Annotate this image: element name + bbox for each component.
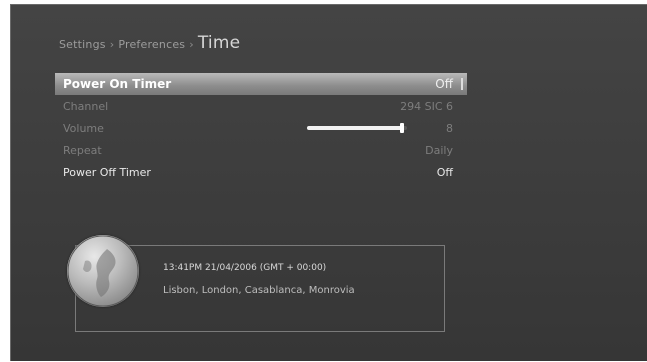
breadcrumb-item-preferences[interactable]: Preferences xyxy=(118,38,185,51)
menu-row-label: Channel xyxy=(63,99,109,113)
globe-icon xyxy=(67,235,139,307)
timezone-cities-text: Lisbon, London, Casablanca, Monrovia xyxy=(163,285,355,296)
breadcrumb-separator: › xyxy=(189,38,194,51)
menu-row-power-off-timer[interactable]: Power Off Timer Off xyxy=(55,161,467,183)
volume-slider-knob xyxy=(400,123,404,133)
menu-row-value: Off xyxy=(435,77,453,91)
menu-row-value: 294 SIC 6 xyxy=(400,99,453,113)
globe-icon-graphic xyxy=(67,235,139,307)
selection-indicator xyxy=(461,78,463,90)
tv-settings-screen: Settings › Preferences › Time Power On T… xyxy=(10,4,647,361)
menu-row-label: Power Off Timer xyxy=(63,165,151,179)
menu-row-value: Daily xyxy=(425,143,453,157)
volume-slider-fill xyxy=(307,126,402,130)
menu-row-volume: Volume 8 xyxy=(55,117,467,139)
timer-menu: Power On Timer Off Channel 294 SIC 6 Vol… xyxy=(55,73,467,183)
breadcrumb-separator: › xyxy=(109,38,115,51)
menu-row-label: Repeat xyxy=(63,143,102,157)
menu-row-channel: Channel 294 SIC 6 xyxy=(55,95,467,117)
page-title: Time xyxy=(197,33,241,53)
menu-row-value: 8 xyxy=(446,121,453,135)
menu-row-power-on-timer[interactable]: Power On Timer Off xyxy=(55,73,467,95)
breadcrumb-item-settings[interactable]: Settings xyxy=(59,38,106,51)
breadcrumb: Settings › Preferences › Time xyxy=(59,33,240,53)
volume-slider xyxy=(307,123,407,133)
menu-row-repeat: Repeat Daily xyxy=(55,139,467,161)
menu-row-label: Power On Timer xyxy=(63,77,172,91)
menu-row-value: Off xyxy=(436,165,453,179)
current-time-text: 13:41PM 21/04/2006 (GMT + 00:00) xyxy=(163,263,327,273)
